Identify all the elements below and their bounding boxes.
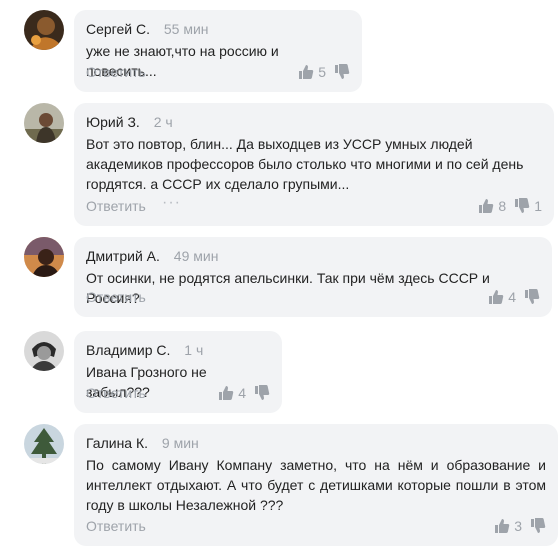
comment-text: Вот это повтор, блин... Да выходцев из У… — [86, 136, 524, 192]
dislike-button[interactable] — [530, 518, 546, 534]
reply-button[interactable]: Ответить — [86, 198, 146, 214]
reply-button[interactable]: Ответить — [86, 385, 146, 401]
like-count: 5 — [318, 64, 326, 80]
avatar[interactable] — [24, 331, 64, 371]
comment-time: 9 мин — [161, 435, 199, 451]
thumbs-down-icon — [335, 64, 350, 79]
comment-text: По самому Ивану Компану заметно, что на … — [86, 457, 546, 513]
avatar[interactable] — [24, 237, 64, 277]
author-name[interactable]: Юрий З. — [86, 114, 140, 130]
comment-bubble: Галина К. 9 мин По самому Ивану Компану … — [74, 424, 558, 546]
like-button[interactable]: 4 — [218, 385, 246, 401]
author-name[interactable]: Дмитрий А. — [86, 248, 160, 264]
comment-bubble: Дмитрий А. 49 мин От осинки, не родятся … — [74, 237, 552, 317]
dislike-button[interactable] — [524, 289, 540, 305]
more-options-icon[interactable]: ··· — [162, 194, 181, 212]
thumbs-up-icon — [495, 519, 510, 533]
author-name[interactable]: Сергей С. — [86, 21, 150, 37]
reply-button[interactable]: Ответить — [86, 289, 146, 305]
thumbs-down-icon — [255, 385, 270, 400]
like-button[interactable]: 5 — [298, 64, 326, 80]
thumbs-up-icon — [219, 386, 234, 400]
dislike-button[interactable]: 1 — [514, 198, 542, 214]
like-count: 3 — [514, 518, 522, 534]
comment-time: 2 ч — [153, 114, 173, 130]
avatar[interactable] — [24, 424, 64, 464]
thumbs-up-icon — [299, 65, 314, 79]
like-count: 4 — [508, 289, 516, 305]
comment-bubble: Владимир С. 1 ч Ивана Грозного не забыл?… — [74, 331, 282, 413]
avatar[interactable] — [24, 103, 64, 143]
dislike-button[interactable] — [254, 385, 270, 401]
dislike-button[interactable] — [334, 64, 350, 80]
comment-time: 1 ч — [184, 342, 204, 358]
thumbs-up-icon — [479, 199, 494, 213]
author-name[interactable]: Владимир С. — [86, 342, 170, 358]
like-count: 8 — [498, 198, 507, 214]
reply-button[interactable]: Ответить — [86, 64, 146, 80]
comment-bubble: Сергей С. 55 мин уже не знают,что на рос… — [74, 10, 362, 92]
like-button[interactable]: 4 — [488, 289, 516, 305]
avatar[interactable] — [24, 10, 64, 50]
comment-time: 49 мин — [173, 248, 219, 264]
dislike-count: 1 — [534, 198, 542, 214]
thumbs-up-icon — [489, 290, 504, 304]
reply-button[interactable]: Ответить — [86, 518, 146, 534]
like-button[interactable]: 3 — [494, 518, 522, 534]
author-name[interactable]: Галина К. — [86, 435, 148, 451]
comment-bubble: Юрий З. 2 ч Вот это повтор, блин... Да в… — [74, 103, 554, 226]
thumbs-down-icon — [515, 198, 530, 213]
like-count: 4 — [238, 385, 246, 401]
thumbs-down-icon — [531, 518, 546, 533]
thumbs-down-icon — [525, 289, 540, 304]
like-button[interactable]: 8 — [478, 198, 506, 214]
comment-time: 55 мин — [163, 21, 209, 37]
